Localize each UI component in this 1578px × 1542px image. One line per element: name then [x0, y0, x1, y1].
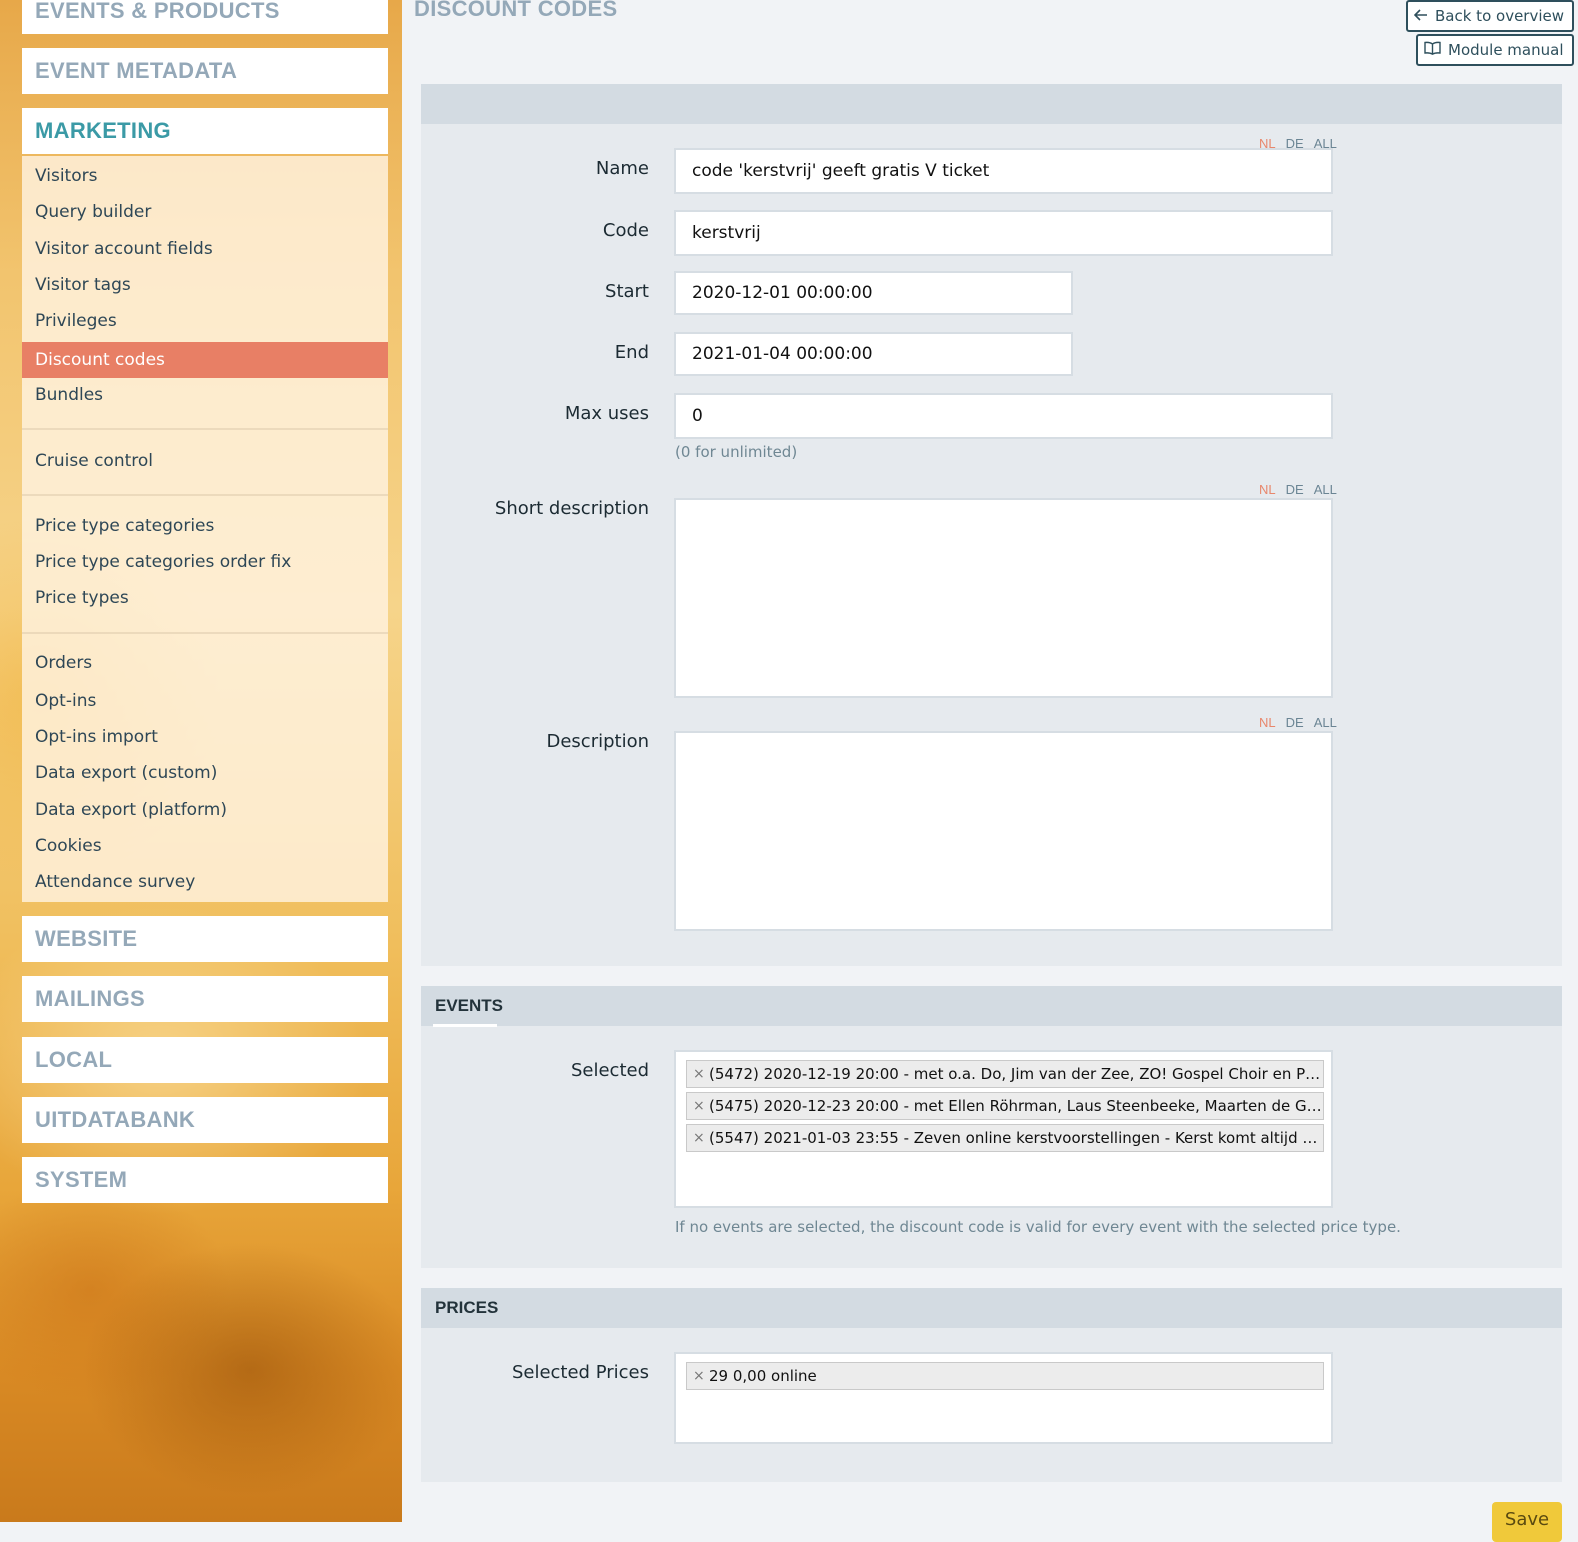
sidebar-item-orders[interactable]: Orders — [22, 645, 388, 681]
start-label: Start — [605, 281, 649, 302]
sidebar-section-mailings[interactable]: MAILINGS — [22, 976, 388, 1022]
book-icon — [1424, 36, 1441, 64]
selected-event-tag: × (5475) 2020-12-23 20:00 - met Ellen Röh… — [686, 1092, 1324, 1120]
menu-divider — [22, 428, 388, 430]
sidebar: EVENTS & PRODUCTS EVENT METADATA MARKETI… — [0, 0, 402, 1522]
events-selected-label: Selected — [570, 1060, 649, 1081]
sidebar-item-data-export-custom[interactable]: Data export (custom) — [22, 755, 388, 791]
max-uses-hint: (0 for unlimited) — [675, 443, 798, 461]
prices-multiselect[interactable]: × 29 0,00 online — [674, 1352, 1333, 1444]
prices-panel-header: PRICES — [421, 1288, 1562, 1328]
lang-nl[interactable]: NL — [1259, 715, 1276, 730]
arrow-left-icon — [1413, 2, 1428, 30]
sidebar-item-price-type-categories[interactable]: Price type categories — [22, 508, 388, 544]
start-datetime-input[interactable] — [674, 271, 1073, 315]
menu-divider — [22, 632, 388, 634]
remove-tag-icon[interactable]: × — [693, 1093, 705, 1119]
selected-event-tag: × (5472) 2020-12-19 20:00 - met o.a. Do, … — [686, 1060, 1324, 1088]
code-label: Code — [602, 220, 649, 241]
general-panel-header — [421, 84, 1562, 124]
selected-event-text: (5472) 2020-12-19 20:00 - met o.a. Do, J… — [709, 1065, 1323, 1083]
short-description-label: Short description — [494, 498, 649, 519]
sidebar-section-website[interactable]: WEBSITE — [22, 916, 388, 962]
sidebar-item-opt-ins[interactable]: Opt-ins — [22, 683, 388, 719]
code-input[interactable] — [674, 210, 1333, 256]
sidebar-item-cruise-control[interactable]: Cruise control — [22, 443, 388, 479]
sidebar-item-discount-codes[interactable]: Discount codes — [22, 342, 388, 378]
remove-tag-icon[interactable]: × — [693, 1363, 705, 1389]
sidebar-item-query-builder[interactable]: Query builder — [22, 194, 388, 230]
name-label: Name — [595, 158, 649, 179]
sidebar-section-system[interactable]: SYSTEM — [22, 1157, 388, 1203]
sidebar-item-cookies[interactable]: Cookies — [22, 828, 388, 864]
end-label: End — [614, 342, 649, 363]
description-textarea[interactable] — [674, 731, 1333, 931]
selected-price-tag: × 29 0,00 online — [686, 1362, 1324, 1390]
lang-nl[interactable]: NL — [1259, 482, 1276, 497]
selected-event-tag: × (5547) 2021-01-03 23:55 - Zeven online … — [686, 1124, 1324, 1152]
prices-panel: PRICES Selected Prices × 29 0,00 online — [421, 1288, 1562, 1482]
max-uses-label: Max uses — [564, 403, 649, 424]
save-button[interactable]: Save — [1492, 1502, 1562, 1542]
module-manual-label: Module manual — [1448, 41, 1564, 59]
events-panel-header: EVENTS — [421, 986, 1562, 1027]
selected-price-text: 29 0,00 online — [709, 1367, 817, 1385]
prices-panel-title: PRICES — [435, 1298, 499, 1317]
name-input[interactable] — [674, 148, 1333, 194]
sidebar-item-price-type-categories-order-fix[interactable]: Price type categories order fix — [22, 544, 388, 580]
sidebar-item-data-export-platform[interactable]: Data export (platform) — [22, 792, 388, 828]
back-to-overview-label: Back to overview — [1435, 7, 1565, 25]
sidebar-section-marketing[interactable]: MARKETING — [22, 108, 388, 154]
lang-all[interactable]: ALL — [1314, 715, 1337, 730]
events-multiselect[interactable]: × (5472) 2020-12-19 20:00 - met o.a. Do, … — [674, 1050, 1333, 1208]
sidebar-item-privileges[interactable]: Privileges — [22, 303, 388, 339]
short-description-language-switch: NL DE ALL — [1249, 482, 1337, 497]
marketing-menu: Visitors Query builder Visitor account f… — [22, 156, 388, 902]
events-hint: If no events are selected, the discount … — [675, 1218, 1401, 1236]
events-panel-title: EVENTS — [435, 996, 504, 1015]
sidebar-item-visitor-tags[interactable]: Visitor tags — [22, 267, 388, 303]
remove-tag-icon[interactable]: × — [693, 1061, 705, 1087]
selected-event-text: (5547) 2021-01-03 23:55 - Zeven online k… — [709, 1129, 1324, 1147]
description-label: Description — [546, 731, 649, 752]
tab-underline — [433, 1024, 497, 1027]
lang-de[interactable]: DE — [1286, 715, 1304, 730]
prices-selected-label: Selected Prices — [511, 1362, 649, 1383]
back-to-overview-button[interactable]: Back to overview — [1406, 0, 1575, 32]
general-panel: NL DE ALL Name Code Start End Max uses (0 … — [421, 84, 1562, 966]
description-language-switch: NL DE ALL — [1249, 715, 1337, 730]
page-title: DISCOUNT CODES — [414, 0, 618, 21]
module-manual-button[interactable]: Module manual — [1416, 34, 1574, 66]
end-datetime-input[interactable] — [674, 332, 1073, 376]
sidebar-item-bundles[interactable]: Bundles — [22, 377, 388, 413]
remove-tag-icon[interactable]: × — [693, 1125, 705, 1151]
selected-event-text: (5475) 2020-12-23 20:00 - met Ellen Röhr… — [709, 1097, 1323, 1115]
lang-de[interactable]: DE — [1286, 482, 1304, 497]
events-panel: EVENTS Selected × (5472) 2020-12-19 20:00… — [421, 986, 1562, 1268]
sidebar-section-uitdatabank[interactable]: UITDATABANK — [22, 1097, 388, 1143]
sidebar-section-events-products[interactable]: EVENTS & PRODUCTS — [22, 0, 388, 34]
sidebar-section-local[interactable]: LOCAL — [22, 1037, 388, 1083]
sidebar-item-opt-ins-import[interactable]: Opt-ins import — [22, 719, 388, 755]
lang-all[interactable]: ALL — [1314, 482, 1337, 497]
sidebar-item-visitors[interactable]: Visitors — [22, 158, 388, 194]
sidebar-item-visitor-account-fields[interactable]: Visitor account fields — [22, 231, 388, 267]
sidebar-section-event-metadata[interactable]: EVENT METADATA — [22, 48, 388, 94]
max-uses-input[interactable] — [674, 393, 1333, 439]
short-description-textarea[interactable] — [674, 498, 1333, 698]
menu-divider — [22, 494, 388, 496]
sidebar-item-price-types[interactable]: Price types — [22, 580, 388, 616]
sidebar-item-attendance-survey[interactable]: Attendance survey — [22, 864, 388, 900]
